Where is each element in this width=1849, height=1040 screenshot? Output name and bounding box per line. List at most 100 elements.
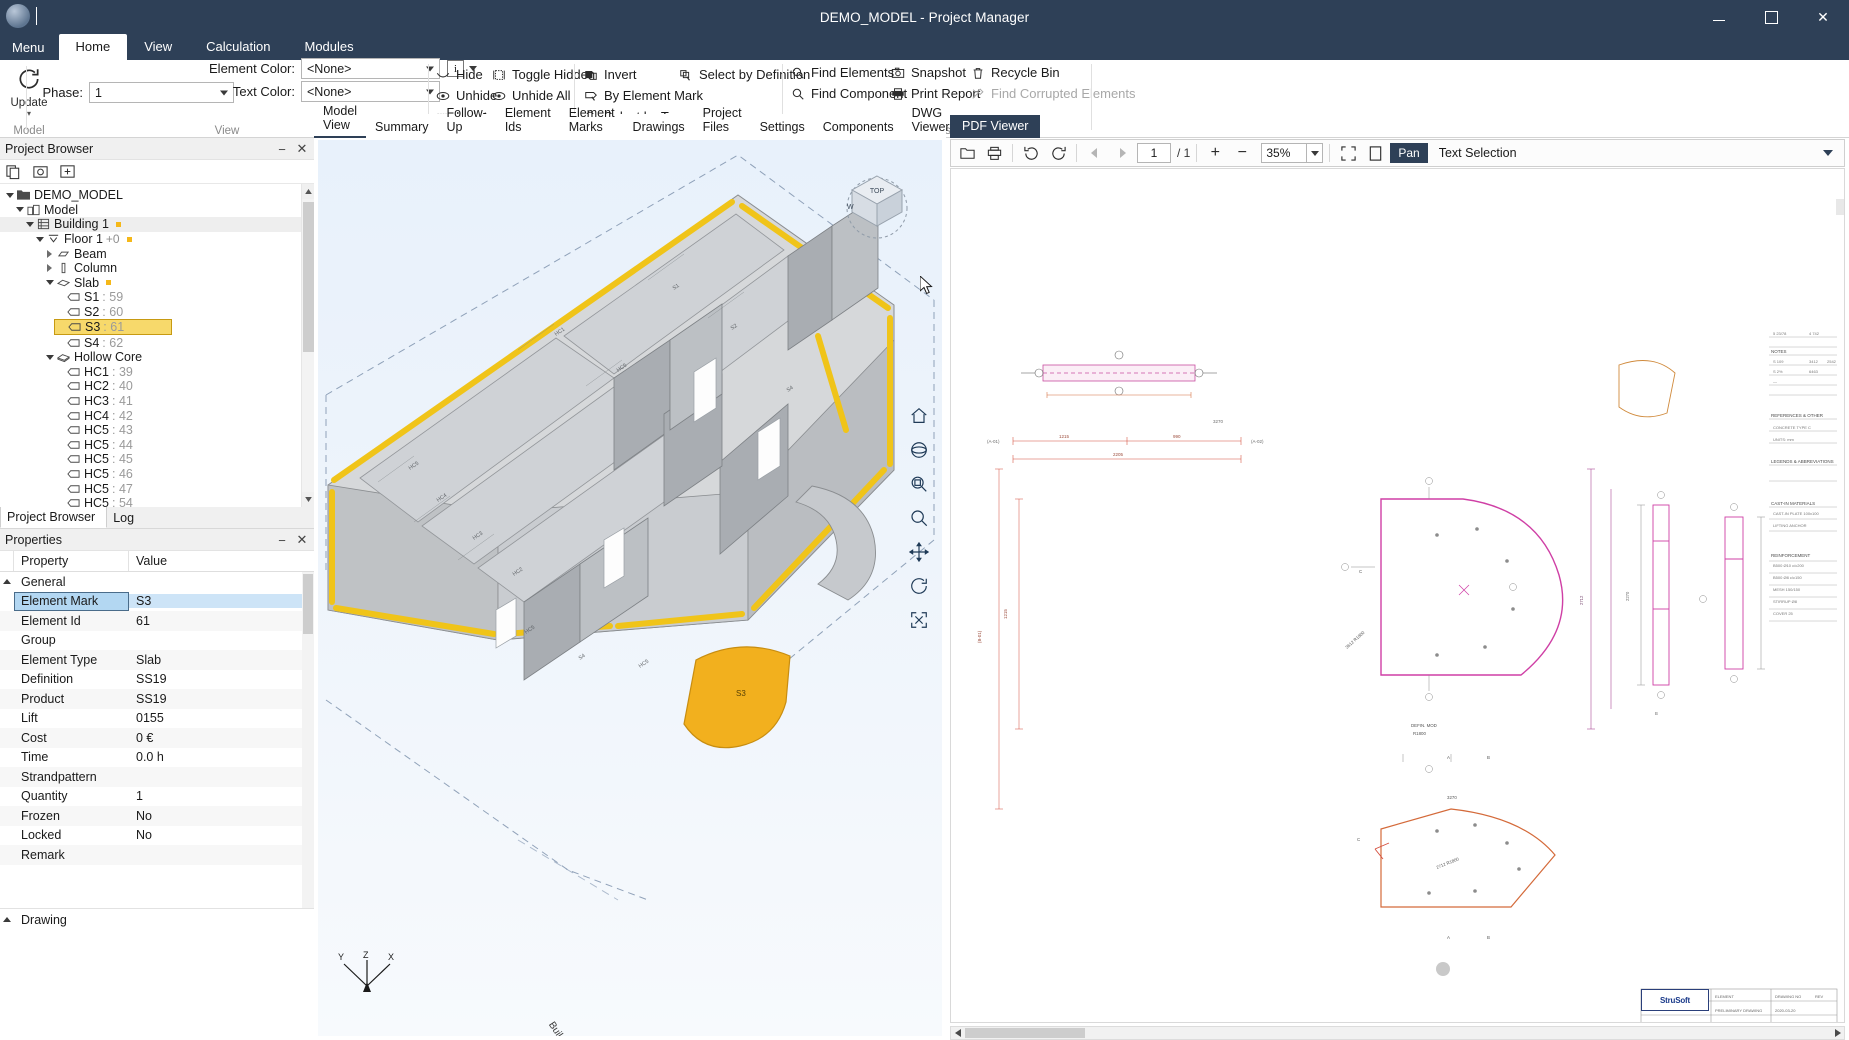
tree-expander-icon[interactable] <box>44 352 55 363</box>
collapse-icon[interactable] <box>59 163 76 180</box>
tab-summary[interactable]: Summary <box>366 117 437 138</box>
property-value[interactable]: No <box>129 809 314 823</box>
tab-follow-up[interactable]: Follow-Up <box>438 103 496 138</box>
property-row-element-type[interactable]: Element Type Slab <box>0 650 314 670</box>
open-file-icon[interactable] <box>955 142 979 164</box>
tab-log[interactable]: Log <box>107 508 145 528</box>
tree-scrollbar[interactable] <box>301 184 314 507</box>
tree-item-hollow-core[interactable]: Hollow Core <box>0 350 314 365</box>
tree-expander-icon[interactable] <box>44 277 55 288</box>
camera-icon[interactable] <box>32 163 49 180</box>
tab-settings[interactable]: Settings <box>751 117 814 138</box>
3d-scene[interactable]: S3 HC5 HC4 HC3 HC2 HC1 HC5 S1 S2 S4 HC5 … <box>318 140 942 1036</box>
properties-group-drawing[interactable]: Drawing <box>0 908 314 930</box>
tree-item-column[interactable]: Column <box>0 261 314 276</box>
print-report-button[interactable]: Print Report <box>891 84 980 103</box>
ribbon-tab-modules[interactable]: Modules <box>288 34 371 60</box>
property-value[interactable]: Slab <box>129 653 314 667</box>
property-value[interactable]: 0 € <box>129 731 314 745</box>
tab-project-files[interactable]: Project Files <box>694 103 751 138</box>
minimize-button[interactable] <box>1693 0 1745 34</box>
pdf-scrollbar-vertical[interactable] <box>1836 199 1844 215</box>
print-icon[interactable] <box>982 142 1006 164</box>
ribbon-tab-home[interactable]: Home <box>58 34 128 60</box>
text-selection-button[interactable]: Text Selection <box>1439 146 1517 160</box>
property-row-cost[interactable]: Cost 0 € <box>0 728 314 748</box>
chevron-down-icon[interactable] <box>1307 143 1324 163</box>
tree-item-hc2-40[interactable]: HC2: 40 <box>0 379 314 394</box>
tree-item-beam[interactable]: Beam <box>0 246 314 261</box>
scroll-down-icon[interactable] <box>302 492 314 507</box>
copy-icon[interactable] <box>5 163 22 180</box>
property-row-group[interactable]: Group <box>0 631 314 651</box>
page-number-input[interactable]: 1 <box>1137 143 1171 163</box>
ribbon-tab-view[interactable]: View <box>127 34 189 60</box>
find-component-button[interactable]: Find Component <box>791 84 907 103</box>
scroll-left-icon[interactable] <box>951 1027 964 1039</box>
close-icon[interactable]: ✕ <box>293 140 311 158</box>
tree-item-hc5-46[interactable]: HC5: 46 <box>0 467 314 482</box>
close-button[interactable]: ✕ <box>1797 0 1849 34</box>
tree-item-building-1[interactable]: Building 1 <box>0 217 314 232</box>
tree-item-s2-60[interactable]: S2: 60 <box>0 305 314 320</box>
hide-button[interactable]: Hide <box>436 65 483 84</box>
property-value[interactable]: No <box>129 828 314 842</box>
group-expander-icon[interactable] <box>0 917 14 922</box>
prev-page-icon[interactable] <box>1083 142 1107 164</box>
tab-element-ids[interactable]: Element Ids <box>496 103 560 138</box>
tree-item-model[interactable]: Model <box>0 203 314 218</box>
tree-expander-icon[interactable] <box>44 248 55 259</box>
property-row-frozen[interactable]: Frozen No <box>0 806 314 826</box>
property-value[interactable]: 0.0 h <box>129 750 314 764</box>
ribbon-tab-calculation[interactable]: Calculation <box>189 34 287 60</box>
rotate-icon[interactable] <box>905 572 933 600</box>
fit-icon[interactable] <box>905 606 933 634</box>
tab-element-marks[interactable]: Element Marks <box>560 103 624 138</box>
zoom-out-button[interactable]: − <box>1230 142 1254 164</box>
property-row-quantity[interactable]: Quantity 1 <box>0 787 314 807</box>
tab-components[interactable]: Components <box>814 117 903 138</box>
tree-item-hc3-41[interactable]: HC3: 41 <box>0 394 314 409</box>
pdf-hscroll-thumb[interactable] <box>965 1028 1085 1038</box>
properties-scrollbar[interactable] <box>302 572 314 908</box>
orbit-icon[interactable] <box>905 436 933 464</box>
property-value[interactable]: SS19 <box>129 692 314 706</box>
property-row-product[interactable]: Product SS19 <box>0 689 314 709</box>
tree-item-hc5-45[interactable]: HC5: 45 <box>0 452 314 467</box>
tree-item-s1-59[interactable]: S1: 59 <box>0 290 314 305</box>
property-row-strandpattern[interactable]: Strandpattern <box>0 767 314 787</box>
property-value[interactable]: 61 <box>129 614 314 628</box>
maximize-button[interactable] <box>1745 0 1797 34</box>
find-elements-button[interactable]: Find Elements <box>791 63 894 82</box>
text-color-select[interactable]: <None> <box>301 81 440 102</box>
tree-expander-icon[interactable] <box>24 219 35 230</box>
pdf-page-stage[interactable]: 1215 990 2205 (A-01) (A-02) 3270 C DEFIN… <box>950 168 1845 1023</box>
tab-model-view[interactable]: Model View <box>314 101 367 138</box>
scroll-right-icon[interactable] <box>1831 1027 1844 1039</box>
snapshot-button[interactable]: Snapshot <box>891 63 966 82</box>
property-row-definition[interactable]: Definition SS19 <box>0 670 314 690</box>
tree-item-hc5-54[interactable]: HC5: 54 <box>0 496 314 507</box>
pdf-scrollbar-horizontal[interactable] <box>950 1026 1845 1040</box>
tab-pdf-viewer[interactable]: PDF Viewer <box>950 115 1041 138</box>
tree-expander-icon[interactable] <box>34 234 45 245</box>
tab-drawings[interactable]: Drawings <box>624 117 694 138</box>
menu-button[interactable]: Menu <box>0 36 59 60</box>
tree-item-slab[interactable]: Slab <box>0 276 314 291</box>
tree-item-hc5-44[interactable]: HC5: 44 <box>0 438 314 453</box>
tree-scroll-thumb[interactable] <box>303 202 314 352</box>
recycle-bin-button[interactable]: Recycle Bin <box>971 63 1060 82</box>
rotate-ccw-icon[interactable] <box>1019 142 1043 164</box>
pin-icon[interactable]: − <box>273 140 291 158</box>
zoom-window-icon[interactable] <box>905 470 933 498</box>
next-page-icon[interactable] <box>1110 142 1134 164</box>
tree-item-hc4-42[interactable]: HC4: 42 <box>0 408 314 423</box>
zoom-icon[interactable] <box>905 504 933 532</box>
pan-tool-button[interactable]: Pan <box>1390 143 1428 163</box>
tree-item-demo-model[interactable]: DEMO_MODEL <box>0 188 314 203</box>
property-row-remark[interactable]: Remark <box>0 845 314 865</box>
pin-icon[interactable]: − <box>273 531 291 549</box>
property-value[interactable]: 1 <box>129 789 314 803</box>
invert-selection-button[interactable]: Invert <box>584 65 637 84</box>
tree-expander-icon[interactable] <box>44 263 55 274</box>
